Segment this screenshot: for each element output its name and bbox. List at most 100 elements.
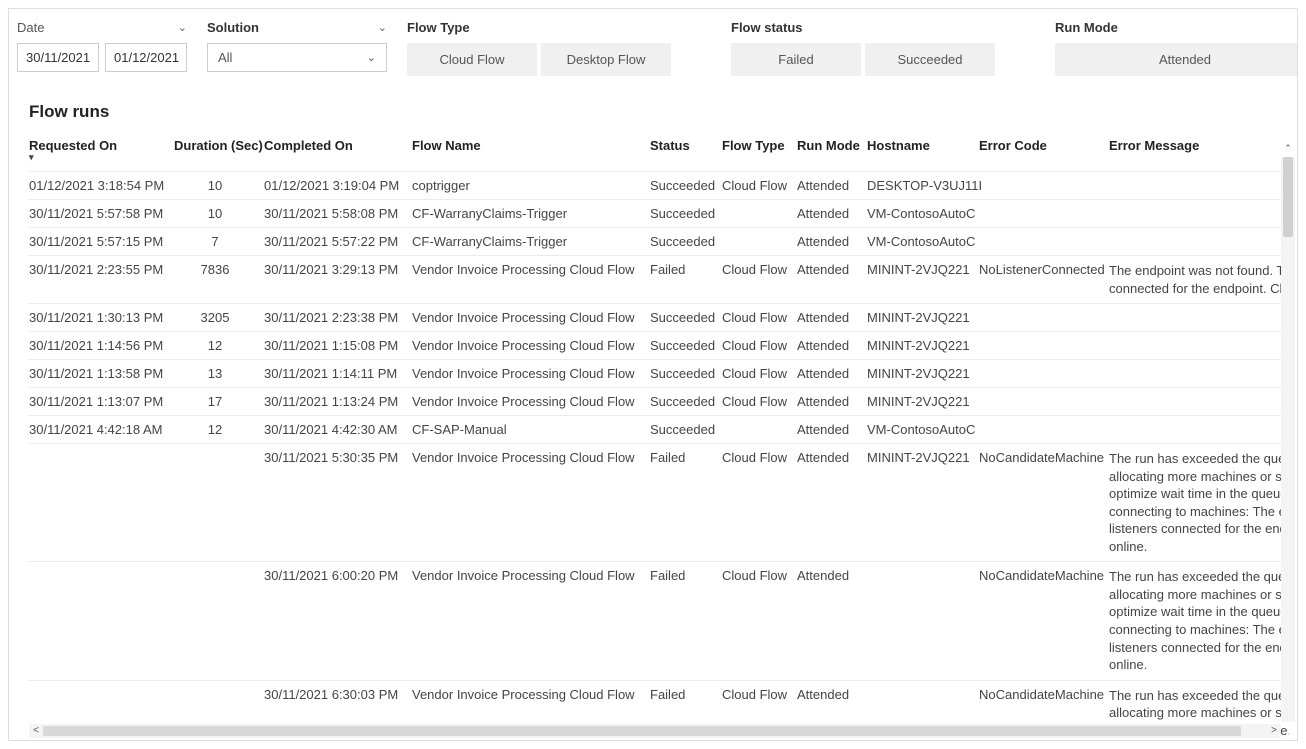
cell: Cloud Flow bbox=[722, 360, 797, 388]
sort-desc-icon: ▾ bbox=[29, 153, 166, 161]
cell: CF-WarranyClaims-Trigger bbox=[412, 228, 650, 256]
col-hostname[interactable]: Hostname bbox=[867, 132, 979, 172]
cell: MININT-2VJQ221 bbox=[867, 256, 979, 304]
cell: Vendor Invoice Processing Cloud Flow bbox=[412, 360, 650, 388]
col-completed-on[interactable]: Completed On bbox=[264, 132, 412, 172]
cell: Cloud Flow bbox=[722, 444, 797, 562]
cell: Vendor Invoice Processing Cloud Flow bbox=[412, 256, 650, 304]
cell: 30/11/2021 1:14:56 PM bbox=[29, 332, 174, 360]
cell bbox=[1109, 416, 1289, 444]
cell bbox=[29, 444, 174, 562]
cell bbox=[1109, 304, 1289, 332]
cell bbox=[1109, 228, 1289, 256]
scroll-thumb[interactable] bbox=[1283, 157, 1293, 237]
cell: 17 bbox=[174, 388, 264, 416]
vertical-scrollbar[interactable]: ⌃ bbox=[1281, 157, 1295, 722]
cell: Vendor Invoice Processing Cloud Flow bbox=[412, 304, 650, 332]
chevron-down-icon[interactable]: ⌄ bbox=[378, 21, 387, 34]
table-row[interactable]: 30/11/2021 6:00:20 PMVendor Invoice Proc… bbox=[29, 562, 1289, 680]
table-row[interactable]: 30/11/2021 5:57:58 PM1030/11/2021 5:58:0… bbox=[29, 200, 1289, 228]
cell: DESKTOP-V3UJ11I bbox=[867, 172, 979, 200]
cell: 30/11/2021 5:30:35 PM bbox=[264, 444, 412, 562]
cell: 30/11/2021 4:42:30 AM bbox=[264, 416, 412, 444]
cell bbox=[722, 416, 797, 444]
cell: Attended bbox=[797, 228, 867, 256]
cell: Cloud Flow bbox=[722, 562, 797, 680]
cell bbox=[1109, 200, 1289, 228]
cell: Succeeded bbox=[650, 332, 722, 360]
col-status[interactable]: Status bbox=[650, 132, 722, 172]
col-error-message[interactable]: Error Message bbox=[1109, 132, 1289, 172]
chevron-down-icon: ⌄ bbox=[367, 51, 376, 64]
filter-bar: Date ⌄ 30/11/2021 01/12/2021 Solution ⌄ … bbox=[9, 9, 1297, 76]
cell: 30/11/2021 2:23:55 PM bbox=[29, 256, 174, 304]
table-row[interactable]: 30/11/2021 1:13:07 PM1730/11/2021 1:13:2… bbox=[29, 388, 1289, 416]
cell bbox=[979, 388, 1109, 416]
cell bbox=[867, 562, 979, 680]
cell: Failed bbox=[650, 444, 722, 562]
table-row[interactable]: 30/11/2021 5:57:15 PM730/11/2021 5:57:22… bbox=[29, 228, 1289, 256]
cell: VM-ContosoAutoC bbox=[867, 200, 979, 228]
horizontal-scrollbar[interactable]: < > bbox=[29, 724, 1281, 738]
table-row[interactable]: 30/11/2021 1:30:13 PM320530/11/2021 2:23… bbox=[29, 304, 1289, 332]
cell: 30/11/2021 3:29:13 PM bbox=[264, 256, 412, 304]
cell: MININT-2VJQ221 bbox=[867, 304, 979, 332]
cell: 12 bbox=[174, 332, 264, 360]
cell: Succeeded bbox=[650, 416, 722, 444]
chevron-down-icon[interactable]: ⌄ bbox=[178, 21, 187, 34]
cell: Cloud Flow bbox=[722, 304, 797, 332]
flow-status-failed-button[interactable]: Failed bbox=[731, 43, 861, 76]
date-to-input[interactable]: 01/12/2021 bbox=[105, 43, 187, 72]
cell: 01/12/2021 3:18:54 PM bbox=[29, 172, 174, 200]
scroll-left-icon[interactable]: < bbox=[29, 724, 43, 738]
cell bbox=[979, 200, 1109, 228]
col-requested-on[interactable]: Requested On▾ bbox=[29, 132, 174, 172]
cell: CF-SAP-Manual bbox=[412, 416, 650, 444]
col-flow-type[interactable]: Flow Type bbox=[722, 132, 797, 172]
cell: Succeeded bbox=[650, 228, 722, 256]
cell: NoCandidateMachine bbox=[979, 444, 1109, 562]
cell: 12 bbox=[174, 416, 264, 444]
flow-status-label: Flow status bbox=[731, 20, 803, 35]
table-row[interactable]: 30/11/2021 1:13:58 PM1330/11/2021 1:14:1… bbox=[29, 360, 1289, 388]
flow-status-succeeded-button[interactable]: Succeeded bbox=[865, 43, 995, 76]
scroll-right-icon[interactable]: > bbox=[1267, 724, 1281, 738]
table-row[interactable]: 30/11/2021 1:14:56 PM1230/11/2021 1:15:0… bbox=[29, 332, 1289, 360]
solution-select[interactable]: All ⌄ bbox=[207, 43, 387, 72]
date-from-input[interactable]: 30/11/2021 bbox=[17, 43, 99, 72]
table-row[interactable]: 30/11/2021 5:30:35 PMVendor Invoice Proc… bbox=[29, 444, 1289, 562]
run-mode-attended-button[interactable]: Attended bbox=[1055, 43, 1298, 76]
cell: Attended bbox=[797, 200, 867, 228]
cell: 7836 bbox=[174, 256, 264, 304]
cell: Attended bbox=[797, 304, 867, 332]
col-error-code[interactable]: Error Code bbox=[979, 132, 1109, 172]
cell bbox=[979, 332, 1109, 360]
scroll-thumb[interactable] bbox=[43, 726, 1241, 736]
cell: Attended bbox=[797, 388, 867, 416]
cell: The run has exceeded the queue waiting a… bbox=[1109, 562, 1289, 680]
cell: Attended bbox=[797, 360, 867, 388]
col-run-mode[interactable]: Run Mode bbox=[797, 132, 867, 172]
scroll-up-icon[interactable]: ⌃ bbox=[1281, 143, 1295, 154]
run-mode-filter: Run Mode Attended bbox=[1055, 17, 1298, 76]
cell: Succeeded bbox=[650, 200, 722, 228]
flow-type-cloud-button[interactable]: Cloud Flow bbox=[407, 43, 537, 76]
cell bbox=[979, 172, 1109, 200]
table-row[interactable]: 30/11/2021 2:23:55 PM783630/11/2021 3:29… bbox=[29, 256, 1289, 304]
cell: Failed bbox=[650, 562, 722, 680]
col-flow-name[interactable]: Flow Name bbox=[412, 132, 650, 172]
cell bbox=[1109, 332, 1289, 360]
cell: The endpoint was not found. There are co… bbox=[1109, 256, 1289, 304]
table-row[interactable]: 01/12/2021 3:18:54 PM1001/12/2021 3:19:0… bbox=[29, 172, 1289, 200]
col-duration[interactable]: Duration (Sec) bbox=[174, 132, 264, 172]
cell bbox=[1109, 388, 1289, 416]
flow-runs-table: Requested On▾ Duration (Sec) Completed O… bbox=[29, 132, 1289, 741]
cell bbox=[979, 360, 1109, 388]
section-title: Flow runs bbox=[29, 102, 1297, 122]
cell: 30/11/2021 5:57:15 PM bbox=[29, 228, 174, 256]
cell: Vendor Invoice Processing Cloud Flow bbox=[412, 562, 650, 680]
flow-type-desktop-button[interactable]: Desktop Flow bbox=[541, 43, 671, 76]
table-row[interactable]: 30/11/2021 4:42:18 AM1230/11/2021 4:42:3… bbox=[29, 416, 1289, 444]
cell: 30/11/2021 1:13:07 PM bbox=[29, 388, 174, 416]
cell bbox=[722, 200, 797, 228]
